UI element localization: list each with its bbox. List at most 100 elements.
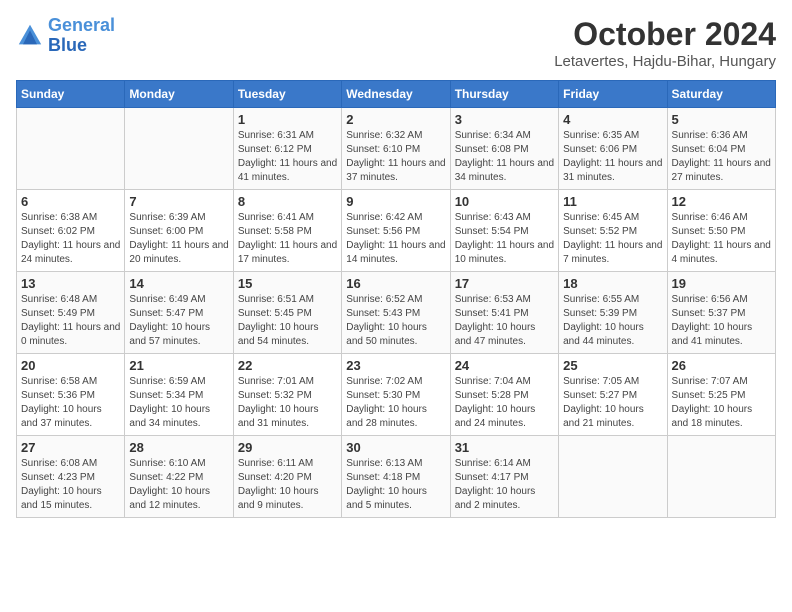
- day-info: Sunrise: 7:04 AM Sunset: 5:28 PM Dayligh…: [455, 375, 554, 431]
- calendar-cell: 31Sunrise: 6:14 AM Sunset: 4:17 PM Dayli…: [450, 436, 558, 518]
- day-number: 22: [238, 358, 337, 373]
- day-info: Sunrise: 7:05 AM Sunset: 5:27 PM Dayligh…: [563, 375, 662, 431]
- day-number: 30: [346, 440, 445, 455]
- day-info: Sunrise: 6:36 AM Sunset: 6:04 PM Dayligh…: [672, 129, 771, 185]
- calendar-week-2: 6 Sunrise: 6:38 AM Sunset: 6:02 PM Daylig…: [17, 190, 776, 272]
- day-number: 17: [455, 276, 554, 291]
- day-info: Sunrise: 6:39 AM Sunset: 6:00 PM Dayligh…: [129, 211, 228, 267]
- day-number: 28: [129, 440, 228, 455]
- day-info: Sunrise: 6:55 AM Sunset: 5:39 PM Dayligh…: [563, 293, 662, 349]
- month-title: October 2024: [554, 16, 776, 53]
- calendar-cell: 28 Sunrise: 6:10 AM Sunset: 4:22 PM Dayli…: [125, 436, 233, 518]
- day-number: 12: [672, 194, 771, 209]
- day-info: Sunrise: 6:45 AM Sunset: 5:52 PM Dayligh…: [563, 211, 662, 267]
- day-info: Sunrise: 6:10 AM Sunset: 4:22 PM Dayligh…: [129, 457, 228, 513]
- day-number: 1: [238, 112, 337, 127]
- col-wednesday: Wednesday: [342, 81, 450, 108]
- day-info: Sunrise: 6:38 AM Sunset: 6:02 PM Dayligh…: [21, 211, 120, 267]
- day-info: Sunrise: 6:46 AM Sunset: 5:50 PM Dayligh…: [672, 211, 771, 267]
- day-info: Sunrise: 6:42 AM Sunset: 5:56 PM Dayligh…: [346, 211, 445, 267]
- calendar-cell: 27 Sunrise: 6:08 AM Sunset: 4:23 PM Dayli…: [17, 436, 125, 518]
- day-number: 14: [129, 276, 228, 291]
- calendar-cell: 9 Sunrise: 6:42 AM Sunset: 5:56 PM Daylig…: [342, 190, 450, 272]
- calendar-cell: 24Sunrise: 7:04 AM Sunset: 5:28 PM Dayli…: [450, 354, 558, 436]
- calendar-cell: 20 Sunrise: 6:58 AM Sunset: 5:36 PM Dayli…: [17, 354, 125, 436]
- calendar-cell: 21 Sunrise: 6:59 AM Sunset: 5:34 PM Dayli…: [125, 354, 233, 436]
- calendar-cell: 30Sunrise: 6:13 AM Sunset: 4:18 PM Dayli…: [342, 436, 450, 518]
- calendar-week-5: 27 Sunrise: 6:08 AM Sunset: 4:23 PM Dayli…: [17, 436, 776, 518]
- day-number: 29: [238, 440, 337, 455]
- calendar-cell: 13 Sunrise: 6:48 AM Sunset: 5:49 PM Dayli…: [17, 272, 125, 354]
- calendar-cell: 25 Sunrise: 7:05 AM Sunset: 5:27 PM Dayli…: [559, 354, 667, 436]
- day-number: 15: [238, 276, 337, 291]
- page-header: General Blue October 2024 Letavertes, Ha…: [16, 16, 776, 70]
- day-number: 9: [346, 194, 445, 209]
- day-number: 11: [563, 194, 662, 209]
- title-block: October 2024 Letavertes, Hajdu-Bihar, Hu…: [554, 16, 776, 70]
- calendar-week-3: 13 Sunrise: 6:48 AM Sunset: 5:49 PM Dayli…: [17, 272, 776, 354]
- day-number: 2: [346, 112, 445, 127]
- calendar-cell: 14Sunrise: 6:49 AM Sunset: 5:47 PM Dayli…: [125, 272, 233, 354]
- calendar-cell: 5 Sunrise: 6:36 AM Sunset: 6:04 PM Daylig…: [667, 108, 775, 190]
- calendar-cell: 29Sunrise: 6:11 AM Sunset: 4:20 PM Dayli…: [233, 436, 341, 518]
- calendar-week-4: 20 Sunrise: 6:58 AM Sunset: 5:36 PM Dayli…: [17, 354, 776, 436]
- calendar-cell: 15 Sunrise: 6:51 AM Sunset: 5:45 PM Dayli…: [233, 272, 341, 354]
- calendar-cell: 4Sunrise: 6:35 AM Sunset: 6:06 PM Daylig…: [559, 108, 667, 190]
- calendar-cell: 23Sunrise: 7:02 AM Sunset: 5:30 PM Dayli…: [342, 354, 450, 436]
- day-info: Sunrise: 6:43 AM Sunset: 5:54 PM Dayligh…: [455, 211, 554, 267]
- location-subtitle: Letavertes, Hajdu-Bihar, Hungary: [554, 53, 776, 70]
- day-number: 19: [672, 276, 771, 291]
- calendar-table: Sunday Monday Tuesday Wednesday Thursday…: [16, 80, 776, 518]
- day-number: 20: [21, 358, 120, 373]
- day-number: 18: [563, 276, 662, 291]
- calendar-cell: 3Sunrise: 6:34 AM Sunset: 6:08 PM Daylig…: [450, 108, 558, 190]
- calendar-cell: 26Sunrise: 7:07 AM Sunset: 5:25 PM Dayli…: [667, 354, 775, 436]
- calendar-week-1: 1Sunrise: 6:31 AM Sunset: 6:12 PM Daylig…: [17, 108, 776, 190]
- calendar-cell: [559, 436, 667, 518]
- day-info: Sunrise: 6:58 AM Sunset: 5:36 PM Dayligh…: [21, 375, 120, 431]
- day-number: 31: [455, 440, 554, 455]
- day-info: Sunrise: 6:59 AM Sunset: 5:34 PM Dayligh…: [129, 375, 228, 431]
- logo: General Blue: [16, 16, 115, 56]
- day-info: Sunrise: 6:52 AM Sunset: 5:43 PM Dayligh…: [346, 293, 445, 349]
- calendar-cell: 10 Sunrise: 6:43 AM Sunset: 5:54 PM Dayli…: [450, 190, 558, 272]
- day-number: 16: [346, 276, 445, 291]
- col-thursday: Thursday: [450, 81, 558, 108]
- col-sunday: Sunday: [17, 81, 125, 108]
- logo-icon: [16, 22, 44, 50]
- calendar-cell: [125, 108, 233, 190]
- day-info: Sunrise: 7:01 AM Sunset: 5:32 PM Dayligh…: [238, 375, 337, 431]
- calendar-cell: 16 Sunrise: 6:52 AM Sunset: 5:43 PM Dayli…: [342, 272, 450, 354]
- day-number: 6: [21, 194, 120, 209]
- header-row: Sunday Monday Tuesday Wednesday Thursday…: [17, 81, 776, 108]
- day-number: 13: [21, 276, 120, 291]
- calendar-body: 1Sunrise: 6:31 AM Sunset: 6:12 PM Daylig…: [17, 108, 776, 518]
- day-number: 21: [129, 358, 228, 373]
- day-info: Sunrise: 6:34 AM Sunset: 6:08 PM Dayligh…: [455, 129, 554, 185]
- day-number: 7: [129, 194, 228, 209]
- day-info: Sunrise: 7:07 AM Sunset: 5:25 PM Dayligh…: [672, 375, 771, 431]
- col-monday: Monday: [125, 81, 233, 108]
- day-info: Sunrise: 6:48 AM Sunset: 5:49 PM Dayligh…: [21, 293, 120, 349]
- col-saturday: Saturday: [667, 81, 775, 108]
- col-tuesday: Tuesday: [233, 81, 341, 108]
- calendar-cell: [667, 436, 775, 518]
- calendar-cell: 22 Sunrise: 7:01 AM Sunset: 5:32 PM Dayli…: [233, 354, 341, 436]
- calendar-cell: 11 Sunrise: 6:45 AM Sunset: 5:52 PM Dayli…: [559, 190, 667, 272]
- logo-text: General Blue: [48, 16, 115, 56]
- day-number: 8: [238, 194, 337, 209]
- day-number: 27: [21, 440, 120, 455]
- day-number: 25: [563, 358, 662, 373]
- calendar-cell: 17 Sunrise: 6:53 AM Sunset: 5:41 PM Dayli…: [450, 272, 558, 354]
- day-info: Sunrise: 6:08 AM Sunset: 4:23 PM Dayligh…: [21, 457, 120, 513]
- day-info: Sunrise: 6:53 AM Sunset: 5:41 PM Dayligh…: [455, 293, 554, 349]
- calendar-cell: 2Sunrise: 6:32 AM Sunset: 6:10 PM Daylig…: [342, 108, 450, 190]
- day-number: 4: [563, 112, 662, 127]
- day-number: 23: [346, 358, 445, 373]
- day-number: 5: [672, 112, 771, 127]
- calendar-cell: 12 Sunrise: 6:46 AM Sunset: 5:50 PM Dayli…: [667, 190, 775, 272]
- calendar-cell: 8Sunrise: 6:41 AM Sunset: 5:58 PM Daylig…: [233, 190, 341, 272]
- day-info: Sunrise: 6:51 AM Sunset: 5:45 PM Dayligh…: [238, 293, 337, 349]
- calendar-cell: 6 Sunrise: 6:38 AM Sunset: 6:02 PM Daylig…: [17, 190, 125, 272]
- day-number: 10: [455, 194, 554, 209]
